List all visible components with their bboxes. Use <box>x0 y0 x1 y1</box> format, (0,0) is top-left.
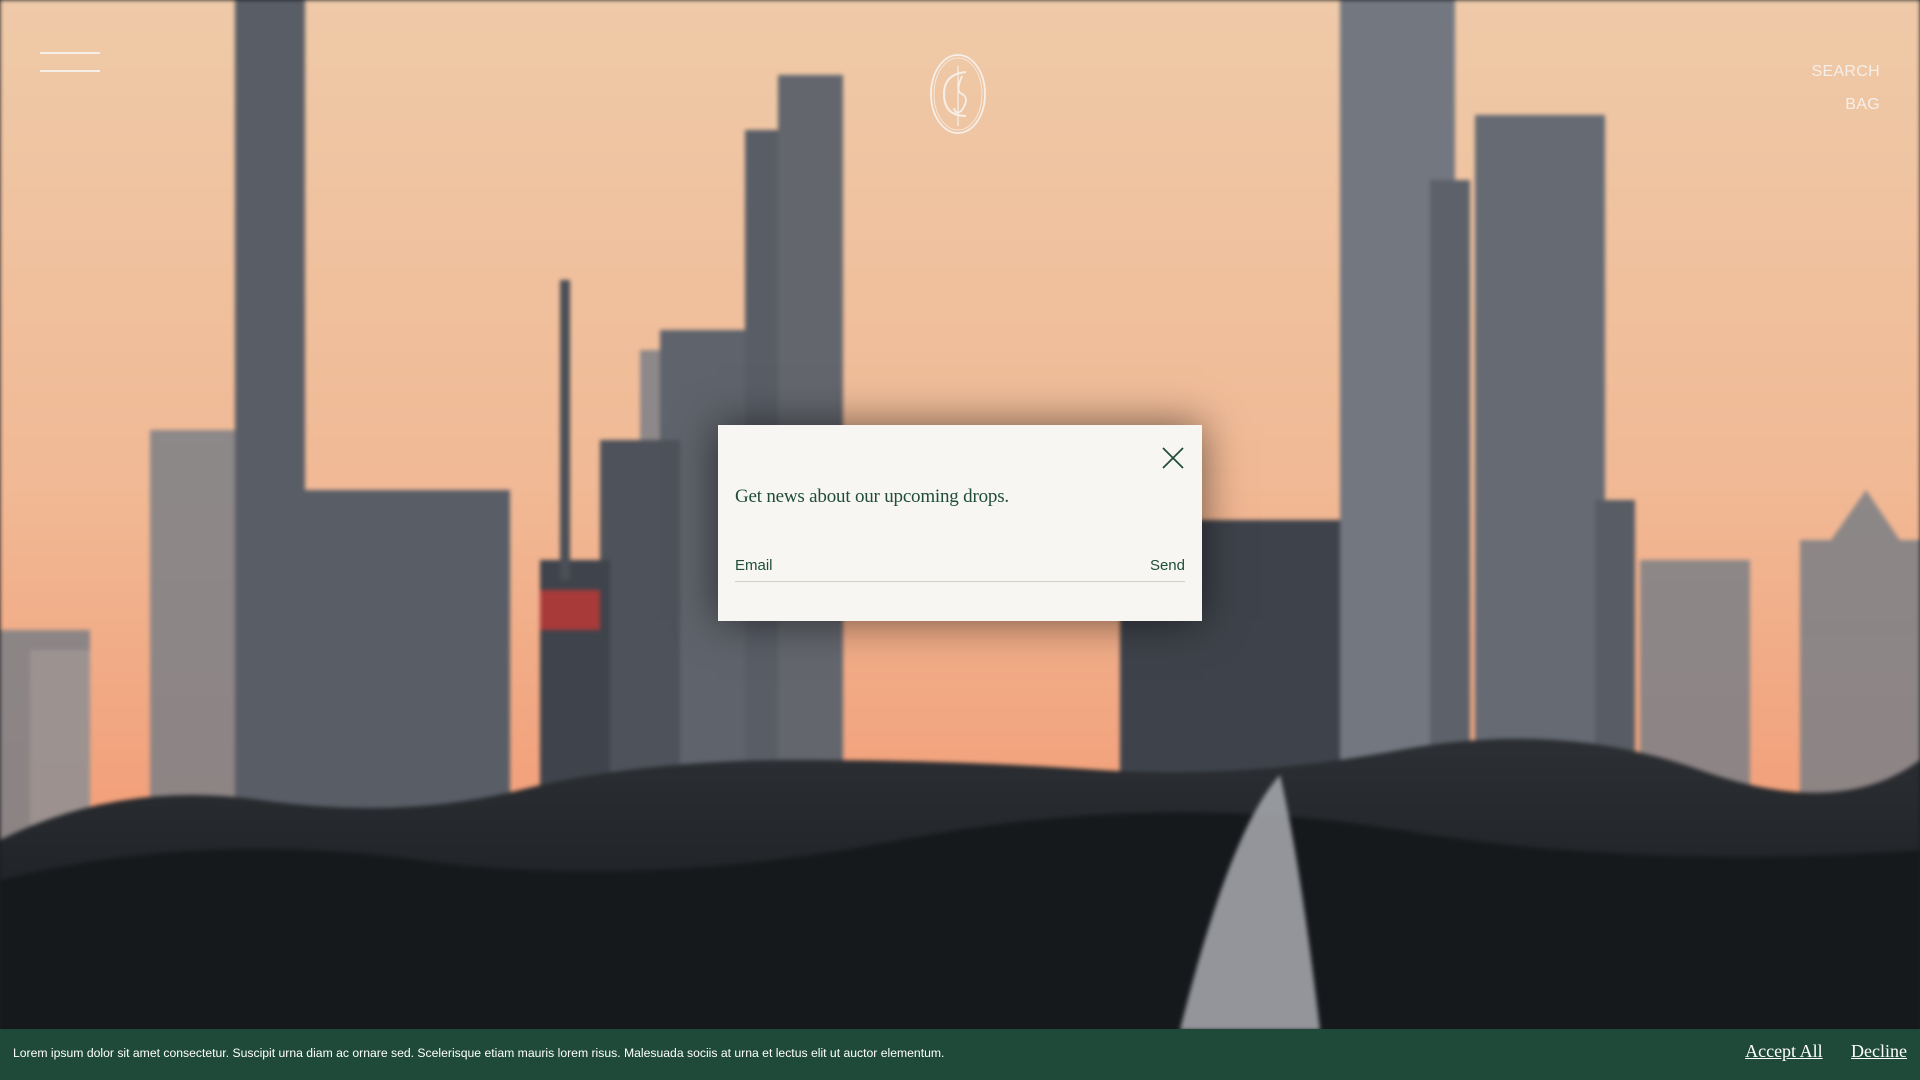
newsletter-form: Send <box>735 551 1185 582</box>
cookie-banner: Lorem ipsum dolor sit amet consectetur. … <box>0 1029 1920 1080</box>
email-field[interactable] <box>735 551 1115 579</box>
monogram-logo-icon[interactable] <box>928 52 988 136</box>
header-links: SEARCH BAG <box>1812 55 1880 121</box>
cookie-actions: Accept All Decline <box>1721 1041 1907 1062</box>
hamburger-menu-bar <box>40 70 100 72</box>
accept-all-button[interactable]: Accept All <box>1745 1041 1822 1062</box>
hamburger-menu-icon <box>40 52 100 54</box>
modal-title: Get news about our upcoming drops. <box>735 486 1009 507</box>
search-link[interactable]: SEARCH <box>1812 55 1880 88</box>
cookie-text: Lorem ipsum dolor sit amet consectetur. … <box>13 1046 945 1060</box>
menu-button[interactable] <box>40 50 100 76</box>
bag-link[interactable]: BAG <box>1812 88 1880 121</box>
decline-button[interactable]: Decline <box>1851 1041 1907 1062</box>
logo-mark <box>930 54 986 134</box>
close-button[interactable] <box>1160 445 1186 471</box>
send-button[interactable]: Send <box>1150 551 1185 579</box>
close-icon <box>1162 447 1184 469</box>
newsletter-modal: Get news about our upcoming drops. Send <box>718 425 1202 621</box>
